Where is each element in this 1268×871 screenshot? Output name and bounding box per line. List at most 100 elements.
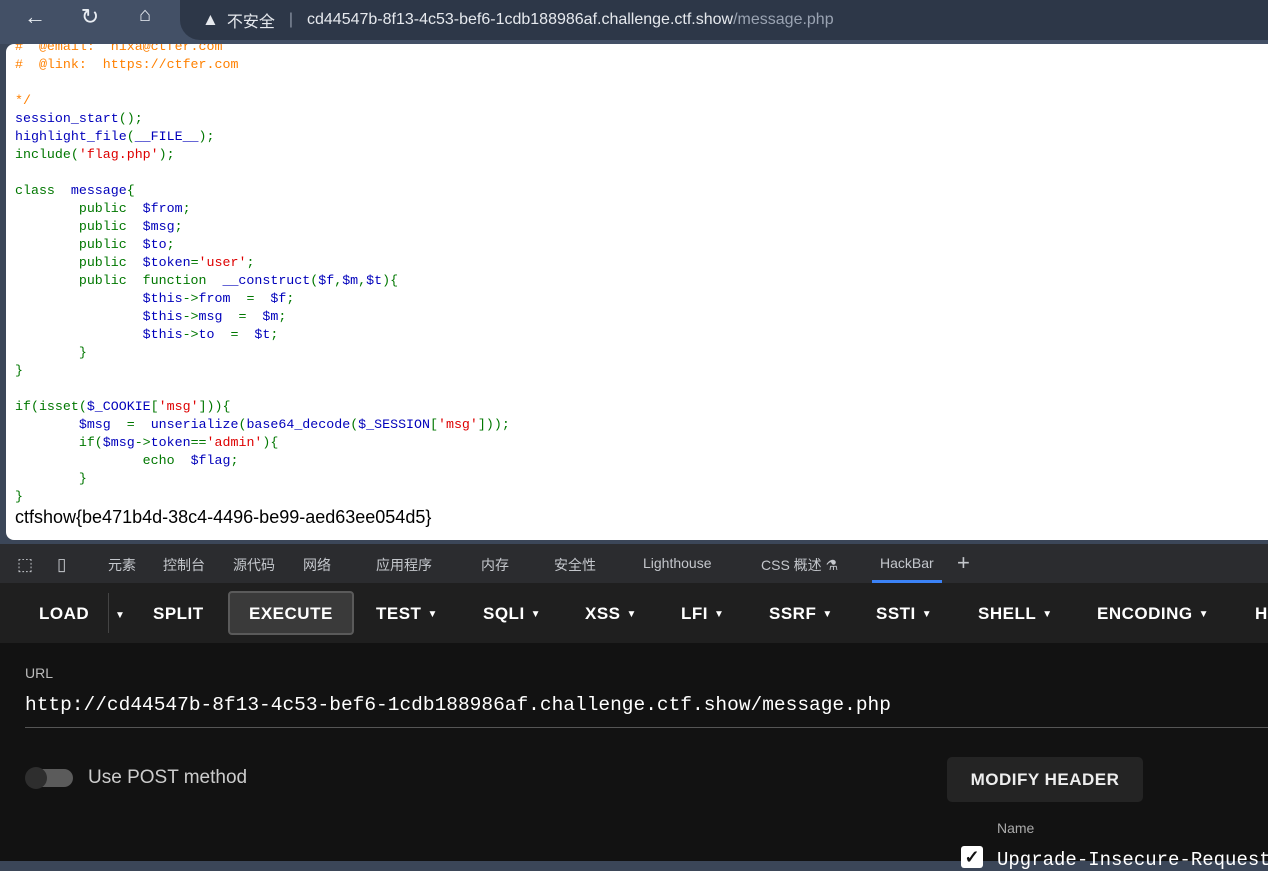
code-token: ,	[358, 273, 367, 288]
code-token: ->	[182, 327, 199, 342]
home-icon[interactable]: ⌂	[130, 4, 160, 27]
code-token: }	[15, 363, 23, 378]
code-token: (	[126, 129, 135, 144]
sqli-menu[interactable]: SQLI ▼	[483, 604, 541, 624]
code-token: $this	[142, 291, 183, 306]
tab-lighthouse[interactable]: Lighthouse	[643, 555, 712, 571]
url-host: cd44547b-8f13-4c53-bef6-1cdb188986af.cha…	[307, 11, 734, 28]
code-token: );	[158, 147, 175, 162]
shell-menu[interactable]: SHELL ▼	[978, 604, 1053, 624]
device-toggle-icon[interactable]: ▯	[57, 555, 66, 575]
code-token: }	[15, 489, 23, 504]
split-button[interactable]: SPLIT	[153, 604, 204, 624]
code-token: ->	[182, 291, 199, 306]
code-token: =	[238, 309, 263, 324]
lfi-menu[interactable]: LFI ▼	[681, 604, 724, 624]
code-token: public	[15, 201, 143, 216]
security-label: 不安全	[226, 14, 275, 31]
tab-sources[interactable]: 源代码	[233, 555, 275, 575]
url-label: URL	[25, 665, 54, 681]
ssti-menu[interactable]: SSTI ▼	[876, 604, 932, 624]
code-token: $msg	[142, 219, 175, 234]
chevron-down-icon: ▼	[822, 609, 833, 620]
code-line: session_start();	[15, 110, 510, 128]
tab-memory[interactable]: 内存	[481, 555, 509, 575]
code-token: $m	[342, 273, 359, 288]
modify-header-button[interactable]: MODIFY HEADER	[947, 757, 1143, 802]
xss-label: XSS	[585, 604, 621, 623]
header-name-input[interactable]: Upgrade-Insecure-Requests	[997, 849, 1268, 871]
tab-console[interactable]: 控制台	[163, 555, 205, 575]
reload-icon[interactable]: ↻	[75, 4, 105, 30]
header-checkbox[interactable]: ✓	[961, 846, 983, 868]
code-token: ,	[334, 273, 343, 288]
sqli-label: SQLI	[483, 604, 525, 623]
code-token: include(	[15, 147, 79, 162]
inspect-icon[interactable]: ⬚	[17, 555, 33, 575]
add-tab-icon[interactable]: +	[957, 550, 970, 576]
back-icon[interactable]: ←	[20, 4, 50, 30]
chevron-down-icon: ▼	[530, 609, 542, 620]
more-menu[interactable]: H	[1255, 604, 1268, 624]
url-input[interactable]: http://cd44547b-8f13-4c53-bef6-1cdb18898…	[25, 694, 891, 716]
code-line: }	[15, 344, 510, 362]
code-token: ;	[286, 291, 295, 306]
code-line: }	[15, 470, 510, 488]
code-token: public	[15, 219, 143, 234]
code-token: ){	[382, 273, 399, 288]
code-token: $from	[142, 201, 183, 216]
tab-css-overview[interactable]: CSS 概述 ⚗	[761, 555, 838, 575]
address-bar[interactable]: ▲ 不安全 | cd44547b-8f13-4c53-bef6-1cdb1889…	[180, 0, 1268, 40]
test-menu[interactable]: TEST ▼	[376, 604, 438, 624]
warning-icon: ▲	[202, 10, 219, 29]
post-method-toggle[interactable]	[25, 767, 73, 789]
load-button[interactable]: LOAD	[39, 604, 89, 624]
lfi-label: LFI	[681, 604, 708, 623]
code-token: 'msg'	[437, 417, 478, 432]
code-line: $this->to = $t;	[15, 326, 510, 344]
tab-elements[interactable]: 元素	[108, 555, 136, 575]
code-token: if(	[15, 435, 103, 450]
code-token: ==	[190, 435, 207, 450]
code-line: if(isset($_COOKIE['msg'])){	[15, 398, 510, 416]
shell-label: SHELL	[978, 604, 1037, 623]
code-token: ;	[278, 309, 287, 324]
code-token: to	[198, 327, 231, 342]
code-token: $token	[142, 255, 191, 270]
devtools-tabbar: ⬚ ▯ 元素 控制台 源代码 网络 应用程序 内存 安全性 Lighthouse…	[0, 544, 1268, 583]
code-token: $_SESSION	[358, 417, 430, 432]
test-label: TEST	[376, 604, 422, 623]
code-line: $this->from = $f;	[15, 290, 510, 308]
tab-application[interactable]: 应用程序	[376, 555, 432, 575]
code-token: 'user'	[198, 255, 247, 270]
code-token: $to	[142, 237, 167, 252]
code-token: {	[126, 183, 135, 198]
code-token: class	[15, 183, 71, 198]
code-line: $this->msg = $m;	[15, 308, 510, 326]
code-token: # @link: https://ctfer.com	[15, 57, 239, 72]
ssrf-menu[interactable]: SSRF ▼	[769, 604, 833, 624]
code-token: public function	[15, 273, 223, 288]
tab-security[interactable]: 安全性	[554, 555, 596, 575]
code-token: ->	[134, 435, 151, 450]
execute-button[interactable]: EXECUTE	[249, 604, 333, 624]
code-line: public $msg;	[15, 218, 510, 236]
code-token: $f	[318, 273, 335, 288]
xss-menu[interactable]: XSS ▼	[585, 604, 637, 624]
code-token: */	[15, 93, 31, 108]
divider: |	[288, 11, 293, 28]
code-token: }	[15, 345, 87, 360]
code-line: $msg = unserialize(base64_decode($_SESSI…	[15, 416, 510, 434]
tab-network[interactable]: 网络	[303, 555, 331, 575]
tab-hackbar[interactable]: HackBar	[872, 555, 942, 583]
code-token: message	[70, 183, 127, 198]
code-line: }	[15, 362, 510, 380]
code-token: if(isset(	[15, 399, 87, 414]
post-method-label: Use POST method	[88, 767, 248, 788]
code-line: }	[15, 488, 510, 506]
encoding-menu[interactable]: ENCODING ▼	[1097, 604, 1209, 624]
code-line: highlight_file(__FILE__);	[15, 128, 510, 146]
load-dropdown-icon[interactable]: ▼	[115, 610, 125, 621]
